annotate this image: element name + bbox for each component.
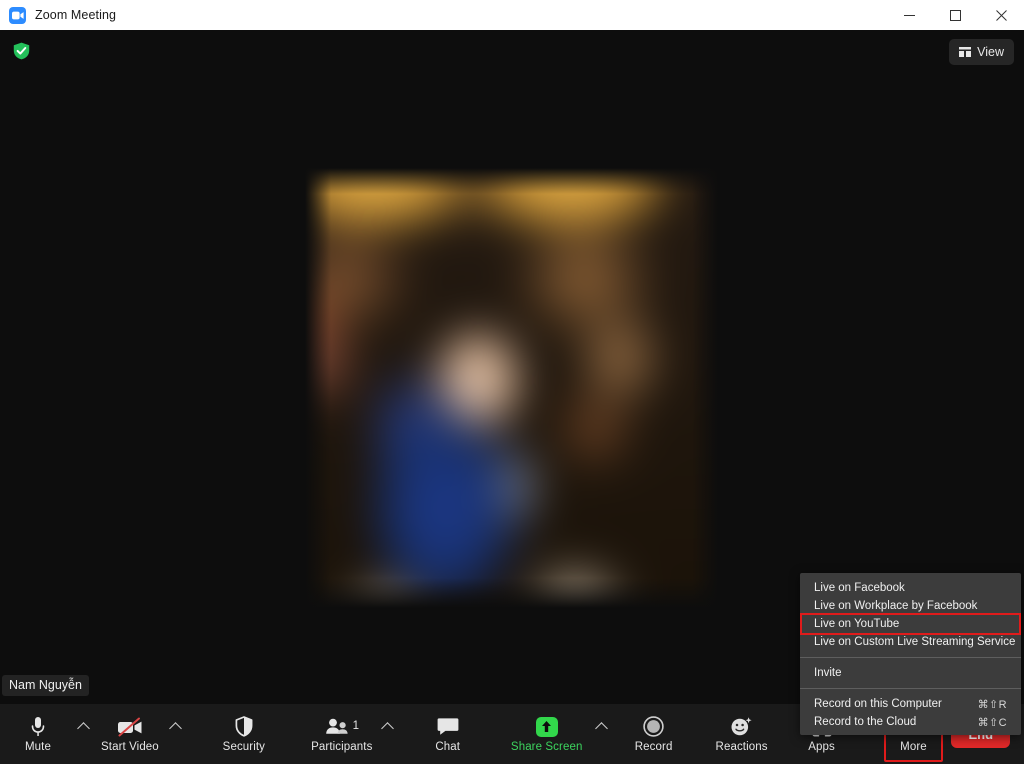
menu-item-live-facebook[interactable]: Live on Facebook — [800, 579, 1021, 597]
toolbar-button-mute[interactable]: Mute — [0, 704, 76, 764]
zoom-camera-icon — [9, 6, 26, 24]
title-bar-left: Zoom Meeting — [0, 0, 886, 30]
close-icon[interactable] — [978, 0, 1024, 30]
toolbar-label-share-screen: Share Screen — [510, 740, 583, 753]
toolbar-label-chat: Chat — [435, 740, 461, 753]
toolbar-button-security[interactable]: Security — [206, 704, 282, 764]
share-screen-up-arrow-icon — [535, 716, 558, 738]
toolbar-label-mute: Mute — [24, 740, 51, 753]
menu-item-label: Record to the Cloud — [814, 716, 917, 728]
menu-item-live-youtube[interactable]: Live on YouTube — [800, 613, 1021, 635]
menu-item-label: Live on Workplace by Facebook — [814, 600, 978, 612]
more-dropdown-menu: Live on Facebook Live on Workplace by Fa… — [800, 573, 1021, 735]
window-controls — [886, 0, 1024, 30]
toolbar-label-apps: Apps — [808, 740, 835, 753]
microphone-icon — [30, 716, 46, 738]
video-vignette — [305, 168, 718, 608]
menu-divider — [800, 688, 1021, 689]
chat-bubble-icon — [437, 716, 459, 738]
menu-item-shortcut: ⌘⇧R — [977, 698, 1007, 711]
participants-icon: 1 — [325, 716, 359, 738]
mute-options-chevron-up-icon[interactable] — [76, 704, 92, 764]
menu-item-label: Live on Facebook — [814, 582, 905, 594]
participant-video-tile[interactable] — [305, 168, 718, 608]
toolbar-button-share-screen[interactable]: Share Screen — [500, 704, 594, 764]
menu-divider — [800, 657, 1021, 658]
meeting-stage: View Nam Nguyễn Live on Facebook Live on… — [0, 30, 1024, 764]
menu-item-label: Invite — [814, 667, 842, 679]
participant-name-label: Nam Nguyễn — [2, 675, 89, 696]
view-button[interactable]: View — [949, 39, 1014, 65]
participants-options-chevron-up-icon[interactable] — [380, 704, 396, 764]
video-options-chevron-up-icon[interactable] — [168, 704, 184, 764]
menu-item-label: Record on this Computer — [814, 698, 942, 710]
share-options-chevron-up-icon[interactable] — [594, 704, 610, 764]
toolbar-label-start-video: Start Video — [101, 740, 159, 753]
toolbar-label-more: More — [900, 740, 927, 753]
toolbar-button-start-video[interactable]: Start Video — [92, 704, 168, 764]
minimize-icon[interactable] — [886, 0, 932, 30]
toolbar-button-participants[interactable]: 1 Participants — [304, 704, 380, 764]
zoom-meeting-window: Zoom Meeting View Nam Nguyễn Live on Fac… — [0, 0, 1024, 764]
menu-item-label: Live on Custom Live Streaming Service — [814, 636, 1016, 648]
smiley-sparkle-icon — [730, 716, 753, 738]
menu-item-invite[interactable]: Invite — [800, 664, 1021, 682]
record-circle-icon — [643, 716, 664, 738]
camera-off-icon — [117, 716, 143, 738]
green-shield-check-icon[interactable] — [12, 42, 30, 60]
toolbar-label-security: Security — [222, 740, 266, 753]
menu-item-live-workplace-facebook[interactable]: Live on Workplace by Facebook — [800, 597, 1021, 615]
toolbar-label-participants: Participants — [311, 740, 373, 753]
toolbar-button-chat[interactable]: Chat — [410, 704, 486, 764]
menu-item-record-to-cloud[interactable]: Record to the Cloud ⌘⇧C — [800, 713, 1021, 731]
shield-icon — [235, 716, 253, 738]
maximize-icon[interactable] — [932, 0, 978, 30]
view-button-label: View — [977, 45, 1004, 59]
toolbar-button-record[interactable]: Record — [616, 704, 692, 764]
menu-item-record-this-computer[interactable]: Record on this Computer ⌘⇧R — [800, 695, 1021, 713]
window-title: Zoom Meeting — [35, 8, 117, 22]
toolbar-label-record: Record — [634, 740, 673, 753]
menu-item-live-custom-streaming[interactable]: Live on Custom Live Streaming Service — [800, 633, 1021, 651]
participants-count-badge: 1 — [352, 719, 359, 732]
menu-item-label: Live on YouTube — [814, 618, 900, 630]
grid-view-icon — [959, 47, 972, 57]
menu-item-shortcut: ⌘⇧C — [977, 716, 1007, 729]
toolbar-button-reactions[interactable]: Reactions — [704, 704, 780, 764]
title-bar: Zoom Meeting — [0, 0, 1024, 30]
toolbar-label-reactions: Reactions — [715, 740, 768, 753]
